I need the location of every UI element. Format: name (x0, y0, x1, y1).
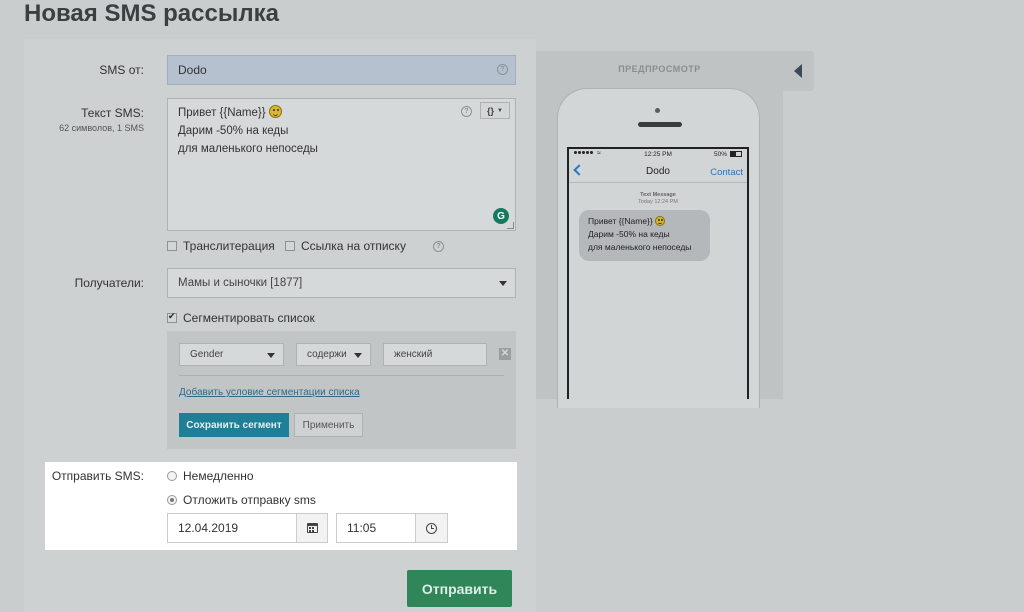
smiley-icon (655, 216, 666, 226)
insert-variable-button[interactable]: {} ▼ (480, 102, 510, 119)
segment-checkbox[interactable] (167, 311, 177, 323)
preview-title: ПРЕДПРОСМОТР (618, 64, 701, 74)
chevron-down-icon (499, 281, 507, 286)
send-time-input[interactable]: 11:05 (336, 513, 416, 543)
remove-condition-icon[interactable]: ✕ (499, 348, 511, 360)
segment-label: Сегментировать список (183, 311, 315, 325)
send-date-input[interactable]: 12.04.2019 (167, 513, 297, 543)
phone-status-bar: ≈ 12:25 PM 50% (569, 149, 747, 161)
sender-help-icon[interactable]: ? (497, 64, 508, 75)
sms-text-help-icon[interactable]: ? (461, 106, 472, 117)
sender-label: SMS от: (99, 63, 144, 77)
recipients-select[interactable]: Мамы и сыночки [1877] (167, 268, 516, 298)
send-immediately-radio[interactable] (167, 471, 177, 481)
segment-operator-select[interactable]: содержи (296, 343, 371, 366)
phone-nav-bar: Dodo Contact (569, 161, 747, 183)
message-meta-time: Today 12:24 PM (638, 199, 678, 205)
add-condition-link[interactable]: Добавить условие сегментации списка (179, 387, 360, 398)
calendar-icon (306, 523, 318, 533)
contact-link: Contact (710, 167, 743, 178)
sms-line-1: Привет {{Name}} (178, 104, 505, 122)
send-delay-label: Отложить отправку sms (183, 493, 316, 507)
segment-divider (179, 375, 504, 376)
segment-value-input[interactable]: женский (383, 343, 487, 366)
resize-handle[interactable] (507, 222, 514, 229)
recipients-label: Получатели: (74, 276, 144, 290)
transliteration-label: Транслитерация (183, 239, 275, 253)
sms-text-area[interactable]: Привет {{Name}} Дарим -50% на кеды для м… (167, 98, 516, 231)
sms-text-label: Текст SMS: (81, 106, 144, 120)
sms-counter: 62 символов, 1 SMS (59, 123, 144, 133)
sms-line-3: для маленького непоседы (178, 143, 318, 155)
send-immediately-label: Немедленно (183, 469, 254, 483)
transliteration-checkbox[interactable] (167, 241, 177, 251)
message-meta-title: Text Message (640, 192, 676, 198)
send-time-label: Отправить SMS: (51, 469, 144, 483)
battery-icon (730, 151, 742, 157)
apply-segment-button[interactable]: Применить (294, 413, 363, 437)
smiley-icon (268, 105, 282, 118)
chevron-down-icon (267, 352, 275, 358)
sms-line-2: Дарим -50% на кеды (178, 125, 289, 137)
sender-value: Dodo (178, 63, 207, 77)
page-title: Новая SMS рассылка (24, 0, 279, 27)
unsubscribe-link-checkbox[interactable] (285, 241, 295, 251)
save-segment-button[interactable]: Сохранить сегмент (179, 413, 289, 437)
collapse-preview-icon[interactable] (794, 64, 802, 78)
options-help-icon[interactable]: ? (433, 241, 444, 252)
message-meta: Text Message Today 12:24 PM (569, 192, 747, 206)
battery-percent: 50% (714, 151, 728, 158)
braces-icon: {} (487, 105, 495, 116)
chevron-down-icon (354, 352, 362, 358)
sender-input[interactable]: Dodo (167, 55, 516, 85)
send-button[interactable]: Отправить (407, 570, 512, 607)
chevron-down-icon: ▼ (497, 107, 503, 114)
segment-field-select[interactable]: Gender (179, 343, 284, 366)
time-picker-button[interactable] (415, 513, 448, 543)
phone-camera (655, 108, 660, 113)
phone-speaker (638, 122, 682, 127)
date-picker-button[interactable] (296, 513, 328, 543)
clock-icon (426, 522, 437, 534)
send-delay-radio[interactable] (167, 495, 177, 505)
message-bubble: Привет {{Name}} Дарим -50% на кеды для м… (579, 210, 710, 261)
recipients-value: Мамы и сыночки [1877] (178, 277, 303, 289)
unsubscribe-link-label: Ссылка на отписку (301, 239, 406, 253)
phone-screen (567, 147, 749, 399)
